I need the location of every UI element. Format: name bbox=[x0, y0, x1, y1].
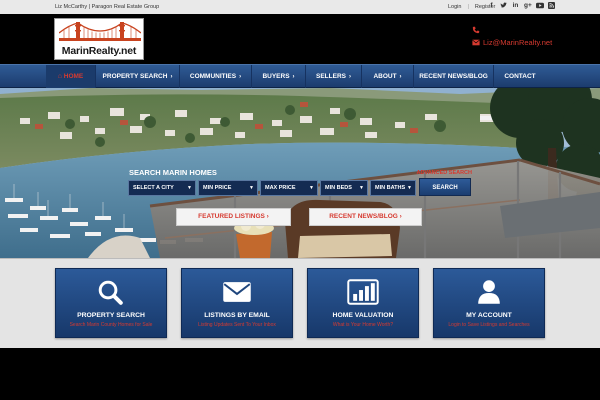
card-title: LISTINGS BY EMAIL bbox=[204, 312, 270, 319]
nav-contact[interactable]: CONTACT bbox=[494, 65, 546, 88]
chevron-right-icon: › bbox=[348, 74, 351, 80]
min-beds-select[interactable]: MIN BEDS ▼ bbox=[320, 180, 368, 196]
search-title: SEARCH MARIN HOMES bbox=[129, 168, 217, 177]
caret-down-icon: ▼ bbox=[187, 185, 192, 191]
nav-communities[interactable]: COMMUNITIES › bbox=[180, 65, 252, 88]
max-price-select[interactable]: MAX PRICE ▼ bbox=[260, 180, 318, 196]
card-listings-by-email[interactable]: LISTINGS BY EMAIL Listing Updates Sent T… bbox=[181, 268, 293, 338]
facebook-icon[interactable]: f bbox=[488, 2, 495, 10]
twitter-icon[interactable] bbox=[500, 2, 507, 10]
user-icon bbox=[478, 280, 500, 304]
footer bbox=[0, 348, 600, 400]
nav-home-label: HOME bbox=[63, 73, 84, 80]
youtube-icon[interactable] bbox=[536, 2, 544, 10]
min-beds-value: MIN BEDS bbox=[325, 185, 352, 191]
city-select-value: SELECT A CITY bbox=[133, 185, 174, 191]
nav-sellers[interactable]: SELLERS › bbox=[306, 65, 362, 88]
caret-down-icon: ▼ bbox=[309, 185, 314, 191]
nav-home[interactable]: ⌂ HOME bbox=[46, 65, 96, 88]
caret-down-icon: ▼ bbox=[407, 185, 412, 191]
chevron-right-icon: › bbox=[239, 74, 242, 80]
card-title: PROPERTY SEARCH bbox=[77, 312, 145, 319]
featured-listings-button[interactable]: FEATURED LISTINGS › bbox=[176, 208, 291, 226]
linkedin-icon[interactable]: in bbox=[512, 2, 519, 10]
advanced-search-link[interactable]: ADVANCED SEARCH bbox=[416, 170, 472, 176]
card-subtitle: What is Your Home Worth? bbox=[332, 322, 394, 328]
main-nav: ⌂ HOME PROPERTY SEARCH › COMMUNITIES › BUY… bbox=[0, 64, 600, 88]
card-my-account[interactable]: MY ACCOUNT Login to Save Listings and Se… bbox=[433, 268, 545, 338]
nav-sellers-label: SELLERS bbox=[316, 73, 346, 80]
min-baths-value: MIN BATHS bbox=[375, 185, 406, 191]
envelope-small-icon bbox=[472, 39, 480, 45]
search-button[interactable]: SEARCH bbox=[419, 178, 471, 196]
login-link[interactable]: Login bbox=[448, 4, 461, 10]
nav-property-search[interactable]: PROPERTY SEARCH › bbox=[96, 65, 180, 88]
logo-text: MarinRealty.net bbox=[61, 45, 137, 57]
chevron-right-icon: › bbox=[399, 74, 402, 80]
contact-info: Liz@MarinRealty.net bbox=[472, 24, 552, 48]
site-header: MarinRealty.net Liz@MarinRealty.net bbox=[0, 14, 600, 64]
min-price-value: MIN PRICE bbox=[203, 185, 232, 191]
caret-down-icon: ▼ bbox=[249, 185, 254, 191]
top-bar: Liz McCarthy | Paragon Real Estate Group… bbox=[0, 0, 600, 14]
social-links: f in g+ bbox=[488, 2, 555, 10]
nav-news[interactable]: RECENT NEWS/BLOG bbox=[414, 65, 494, 88]
nav-communities-label: COMMUNITIES bbox=[189, 73, 237, 80]
site-logo[interactable]: MarinRealty.net bbox=[54, 18, 144, 60]
recent-news-button[interactable]: RECENT NEWS/BLOG › bbox=[309, 208, 422, 226]
city-select[interactable]: SELECT A CITY ▼ bbox=[128, 180, 196, 196]
chevron-right-icon: › bbox=[292, 74, 295, 80]
card-title: MY ACCOUNT bbox=[466, 312, 512, 319]
chevron-right-icon: › bbox=[170, 74, 173, 80]
search-panel: SEARCH MARIN HOMES ADVANCED SEARCH SELEC… bbox=[124, 164, 476, 200]
rss-icon[interactable] bbox=[548, 2, 555, 10]
nav-about[interactable]: ABOUT › bbox=[362, 65, 414, 88]
magnifier-icon bbox=[98, 280, 123, 305]
quick-links-section: PROPERTY SEARCH Search Marin County Home… bbox=[0, 258, 600, 348]
golden-gate-bridge-icon bbox=[59, 22, 141, 41]
card-title: HOME VALUATION bbox=[332, 312, 394, 319]
nav-buyers-label: BUYERS bbox=[262, 73, 290, 80]
max-price-value: MAX PRICE bbox=[265, 185, 296, 191]
card-subtitle: Listing Updates Sent To Your Inbox bbox=[198, 322, 276, 328]
card-property-search[interactable]: PROPERTY SEARCH Search Marin County Home… bbox=[55, 268, 167, 338]
card-subtitle: Search Marin County Homes for Sale bbox=[69, 322, 153, 328]
agent-name: Liz McCarthy | Paragon Real Estate Group bbox=[55, 4, 160, 10]
phone-icon bbox=[472, 26, 480, 34]
card-subtitle: Login to Save Listings and Searches bbox=[448, 322, 530, 328]
email-link[interactable]: Liz@MarinRealty.net bbox=[483, 38, 552, 47]
caret-down-icon: ▼ bbox=[359, 185, 364, 191]
google-plus-icon[interactable]: g+ bbox=[524, 2, 532, 10]
envelope-icon bbox=[223, 282, 251, 302]
nav-property-search-label: PROPERTY SEARCH bbox=[102, 73, 168, 80]
card-home-valuation[interactable]: HOME VALUATION What is Your Home Worth? bbox=[307, 268, 419, 338]
nav-news-label: RECENT NEWS/BLOG bbox=[419, 73, 488, 80]
min-price-select[interactable]: MIN PRICE ▼ bbox=[198, 180, 258, 196]
min-baths-select[interactable]: MIN BATHS ▼ bbox=[370, 180, 416, 196]
nav-buyers[interactable]: BUYERS › bbox=[252, 65, 306, 88]
nav-about-label: ABOUT bbox=[373, 73, 397, 80]
nav-contact-label: CONTACT bbox=[504, 73, 536, 80]
bar-chart-icon bbox=[347, 279, 379, 305]
home-icon: ⌂ bbox=[57, 73, 62, 80]
